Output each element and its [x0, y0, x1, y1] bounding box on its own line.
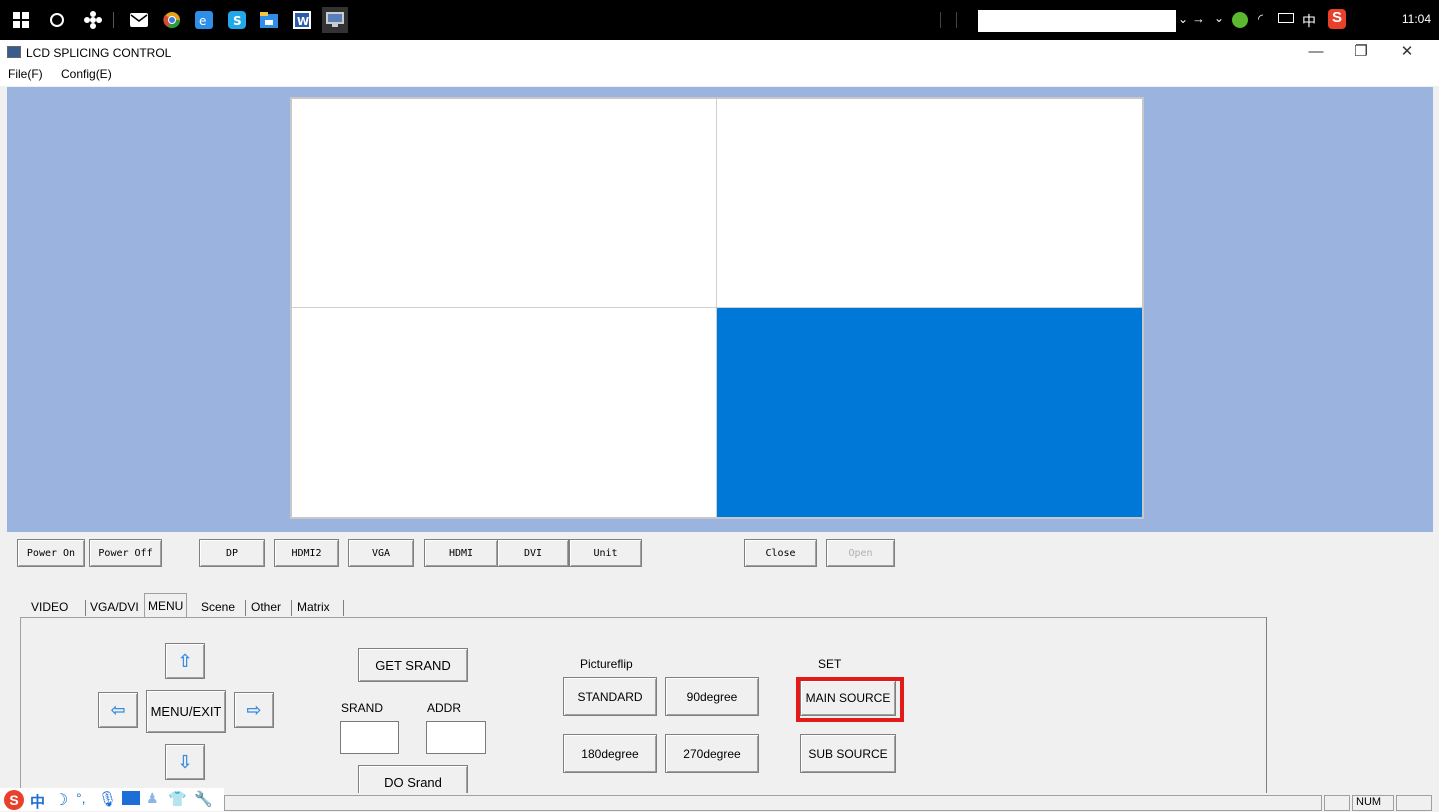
sogou-logo-icon[interactable]: S [4, 790, 24, 810]
close-window-button[interactable]: ✕ [1389, 40, 1425, 62]
chevron-down-icon[interactable]: ⌄ [1178, 12, 1188, 26]
180degree-button[interactable]: 180degree [563, 734, 657, 773]
punctuation-icon[interactable]: °, [76, 790, 86, 806]
dvi-button[interactable]: DVI [497, 539, 569, 567]
highlight-box [796, 677, 904, 722]
app-icon [7, 46, 21, 58]
panel-divider [1266, 617, 1267, 811]
sogou-ime-icon[interactable]: S [1328, 9, 1346, 29]
power-off-button[interactable]: Power Off [89, 539, 162, 567]
ime-mode-indicator[interactable]: 中 [30, 791, 45, 812]
svg-text:e: e [199, 14, 206, 28]
menu-config[interactable]: Config(E) [61, 67, 112, 81]
taskbar-search-box[interactable] [978, 10, 1176, 32]
skin-icon[interactable]: 👕 [168, 790, 187, 808]
tray-app-icon[interactable] [1232, 12, 1248, 28]
tab-other[interactable]: Other [251, 596, 281, 618]
battery-icon[interactable] [1278, 13, 1294, 23]
menu-exit-button[interactable]: MENU/EXIT [146, 690, 226, 733]
tab-menu[interactable]: MENU [144, 593, 188, 618]
tray-expand-icon[interactable]: ⌄ [1214, 11, 1224, 25]
taskbar: e S W ⌄ → ⌄ ◜ 中 S 11:04 [0, 0, 1439, 40]
status-num: NUM [1352, 795, 1394, 811]
svg-text:W: W [297, 15, 309, 28]
minimize-button[interactable]: — [1298, 40, 1334, 62]
hdmi2-button[interactable]: HDMI2 [274, 539, 339, 567]
svg-text:S: S [233, 14, 242, 28]
tray-ime-indicator[interactable]: 中 [1302, 11, 1316, 31]
status-cell-scroll [1396, 795, 1432, 811]
browser-icon[interactable]: e [191, 7, 217, 33]
microphone-icon[interactable]: 🎙 [98, 790, 117, 808]
wall-cell-2[interactable] [717, 99, 1142, 307]
skype-icon[interactable]: S [224, 7, 250, 33]
wifi-icon[interactable]: ◜ [1258, 11, 1263, 27]
grid-divider-horizontal [292, 307, 1142, 308]
srand-input[interactable] [340, 721, 399, 754]
chrome-icon[interactable] [159, 7, 185, 33]
addr-input[interactable] [426, 721, 486, 754]
wall-cell-1[interactable] [292, 99, 716, 307]
menu-bar [0, 62, 1439, 86]
right-arrow-button[interactable]: ⇨ [234, 692, 274, 728]
fan-app-icon[interactable] [80, 7, 106, 33]
tab-matrix[interactable]: Matrix [297, 596, 330, 618]
srand-label: SRAND [341, 701, 384, 715]
status-cell-caps [1324, 795, 1350, 811]
tab-scene[interactable]: Scene [201, 596, 235, 618]
file-explorer-icon[interactable] [256, 7, 282, 33]
keyboard-icon[interactable] [122, 791, 140, 805]
90degree-button[interactable]: 90degree [665, 677, 759, 716]
grid-divider-vertical [716, 99, 717, 517]
hdmi-button[interactable]: HDMI [424, 539, 498, 567]
menu-file[interactable]: File(F) [8, 67, 43, 81]
pictureflip-label: Pictureflip [580, 657, 633, 671]
open-button[interactable]: Open [826, 539, 895, 567]
restore-button[interactable]: ❐ [1343, 40, 1379, 62]
sub-source-button[interactable]: SUB SOURCE [800, 734, 896, 773]
go-arrow-icon[interactable]: → [1192, 11, 1205, 26]
user-icon[interactable]: ♟ [146, 790, 159, 807]
clock[interactable]: 11:04 [1402, 12, 1431, 26]
get-srand-button[interactable]: GET SRAND [358, 648, 468, 682]
power-on-button[interactable]: Power On [17, 539, 85, 567]
left-arrow-button[interactable]: ⇦ [98, 692, 138, 728]
half-width-icon[interactable]: ☽ [54, 790, 68, 810]
set-label: SET [818, 657, 842, 671]
standard-button[interactable]: STANDARD [563, 677, 657, 716]
down-arrow-button[interactable]: ⇩ [165, 744, 205, 780]
up-arrow-button[interactable]: ⇧ [165, 643, 205, 679]
270degree-button[interactable]: 270degree [665, 734, 759, 773]
mail-icon[interactable] [126, 7, 152, 33]
status-main [224, 795, 1322, 811]
lcd-app-icon[interactable] [322, 7, 348, 33]
unit-button[interactable]: Unit [569, 539, 642, 567]
vga-button[interactable]: VGA [348, 539, 414, 567]
tab-video[interactable]: VIDEO [31, 596, 68, 618]
dp-button[interactable]: DP [199, 539, 265, 567]
word-icon[interactable]: W [289, 7, 315, 33]
wall-cell-3[interactable] [292, 308, 716, 517]
title-bar [0, 40, 1439, 62]
tools-icon[interactable]: 🔧 [194, 790, 213, 808]
tab-vga-dvi[interactable]: VGA/DVI [90, 596, 139, 618]
addr-label: ADDR [427, 701, 462, 715]
close-button[interactable]: Close [744, 539, 817, 567]
cortana-icon[interactable] [44, 7, 70, 33]
start-icon[interactable] [8, 7, 34, 33]
window-title: LCD SPLICING CONTROL [26, 46, 172, 60]
wall-cell-4-selected[interactable] [717, 308, 1142, 517]
